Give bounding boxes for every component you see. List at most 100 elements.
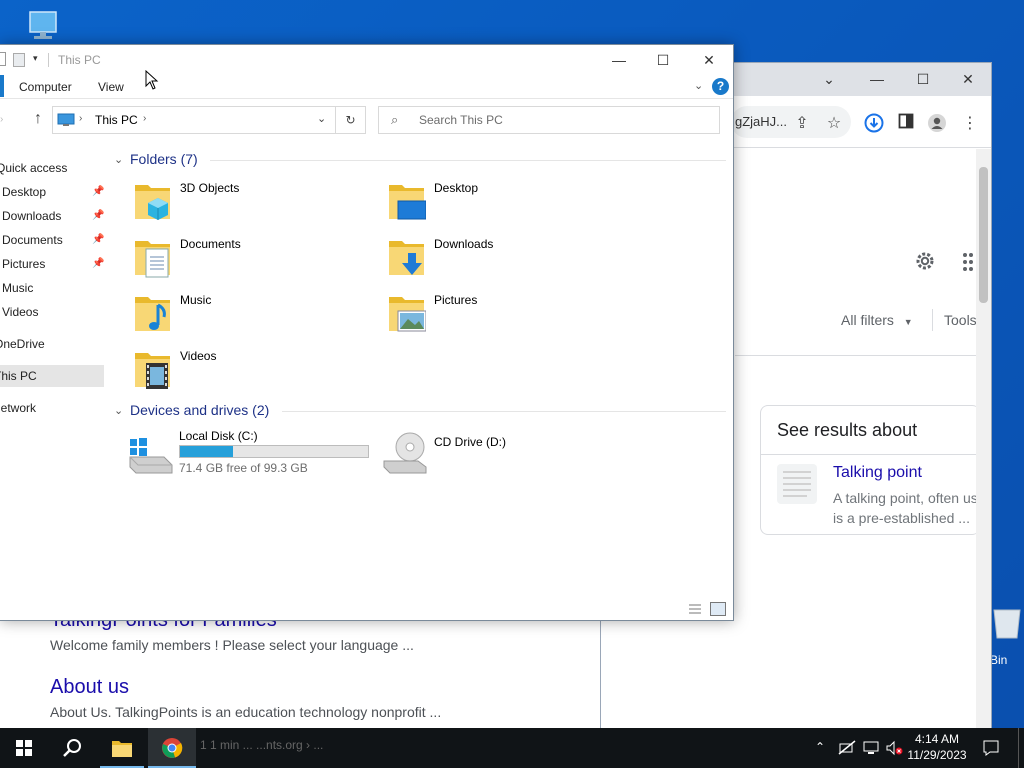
chrome-menu-icon[interactable]: ⋮ — [959, 113, 981, 135]
folder-3d-objects[interactable]: 3D Objects — [134, 179, 374, 231]
folders-divider — [210, 160, 726, 161]
collapse-chevron-icon[interactable]: ⌄ — [114, 404, 123, 417]
this-pc-desktop-icon[interactable] — [22, 8, 62, 44]
result-snippet-1: Welcome family members ! Please select y… — [50, 637, 414, 653]
all-filters-label: All filters — [841, 312, 894, 328]
address-dropdown-icon[interactable]: ⌄ — [317, 112, 326, 125]
side-panel-icon[interactable] — [895, 113, 917, 135]
volume-muted-icon[interactable] — [885, 740, 903, 759]
file-explorer-window[interactable]: ▾ This PC — ☐ ✕ Computer View ⌄ ? › ↑ › … — [0, 44, 734, 621]
music-folder-icon — [135, 297, 170, 331]
tab-computer[interactable]: Computer — [19, 80, 72, 94]
refresh-button[interactable]: ↻ — [335, 106, 366, 134]
search-button[interactable] — [48, 728, 96, 768]
tab-search-icon[interactable]: ⌄ — [817, 69, 841, 89]
details-view-icon[interactable] — [688, 603, 702, 618]
chrome-scrollbar[interactable] — [976, 149, 991, 743]
result-snippet-2: About Us. TalkingPoints is an education … — [50, 704, 442, 720]
tools-button[interactable]: Tools — [944, 312, 977, 328]
network-icon[interactable] — [862, 740, 880, 759]
close-button[interactable]: ✕ — [686, 49, 732, 71]
nav-item-pictures[interactable]: Pictures 📌 — [2, 253, 106, 275]
breadcrumb-this-pc[interactable]: This PC — [95, 113, 138, 127]
profile-icon[interactable] — [926, 113, 948, 135]
up-arrow-icon[interactable]: ↑ — [34, 110, 42, 128]
folder-documents[interactable]: Documents — [134, 235, 374, 287]
google-apps-icon[interactable] — [961, 251, 975, 276]
large-icons-view-icon[interactable] — [710, 602, 726, 616]
forward-icon[interactable]: › — [0, 114, 3, 125]
result-title-2[interactable]: About us — [50, 676, 129, 699]
nav-item-music[interactable]: Music — [2, 277, 33, 299]
close-button[interactable]: ✕ — [956, 69, 980, 89]
nav-item-desktop[interactable]: Desktop 📌 — [2, 181, 106, 203]
scrollbar-thumb[interactable] — [979, 167, 988, 303]
drive-c-usage-bar — [179, 445, 369, 458]
explorer-titlebar[interactable]: ▾ This PC — ☐ ✕ — [0, 45, 733, 75]
nav-item-documents[interactable]: Documents 📌 — [2, 229, 106, 251]
search-box[interactable]: ⌕ Search This PC — [378, 106, 720, 134]
taskbar-overlap-text: 1 1 min ... ...nts.org › ... — [200, 738, 324, 752]
taskbar: 1 1 min ... ...nts.org › ... ⌃ 4:14 AM 1… — [0, 728, 1024, 768]
breadcrumb-next-icon[interactable]: › — [143, 113, 146, 124]
file-explorer-taskbar-button[interactable] — [100, 728, 144, 768]
nav-quick-access[interactable]: Quick access — [0, 157, 67, 179]
drive-d[interactable]: CD Drive (D:) — [382, 429, 582, 481]
nav-item-downloads[interactable]: Downloads 📌 — [2, 205, 106, 227]
ribbon-expand-icon[interactable]: ⌄ — [694, 79, 703, 92]
folders-header[interactable]: Folders (7) — [130, 151, 198, 167]
folder-desktop[interactable]: Desktop — [388, 179, 628, 231]
download-icon[interactable] — [863, 113, 885, 135]
folder-pictures[interactable]: Pictures — [388, 291, 628, 343]
panel-divider — [761, 454, 977, 455]
filter-divider — [932, 309, 933, 331]
folder-label: Documents — [180, 237, 241, 251]
folder-music[interactable]: Music — [134, 291, 374, 343]
mouse-cursor-icon — [145, 69, 159, 93]
show-hidden-icons-icon[interactable]: ⌃ — [815, 740, 825, 754]
pin-icon: 📌 — [92, 210, 105, 221]
qat-dropdown-icon[interactable]: ▾ — [33, 53, 38, 64]
address-bar[interactable]: › This PC › ⌄ — [52, 106, 336, 134]
show-desktop-button[interactable] — [1018, 728, 1019, 768]
all-filters-button[interactable]: All filters ▼ — [841, 312, 913, 328]
network-disconnected-icon[interactable] — [838, 740, 856, 759]
window-title: This PC — [58, 53, 101, 67]
this-pc-icon — [57, 113, 75, 126]
folder-downloads[interactable]: Downloads — [388, 235, 628, 287]
devices-divider — [282, 411, 726, 412]
folder-videos[interactable]: Videos — [134, 347, 374, 399]
devices-header[interactable]: Devices and drives (2) — [130, 402, 269, 418]
action-center-icon[interactable] — [982, 739, 1000, 760]
file-tab[interactable] — [0, 75, 4, 97]
recycle-bin-icon — [993, 609, 1021, 639]
clock-date[interactable]: 11/29/2023 — [904, 748, 970, 762]
talking-point-desc-2: is a pre-established ... — [833, 510, 970, 526]
ribbon: Computer View ⌄ ? — [0, 75, 733, 99]
settings-gear-icon[interactable] — [913, 249, 937, 276]
qat-properties-icon[interactable] — [13, 53, 25, 67]
navigation-pane: Quick access Desktop 📌 Downloads 📌 Documen… — [0, 141, 106, 601]
3d-objects-folder-icon — [135, 185, 170, 220]
nav-network[interactable]: Network — [0, 397, 36, 419]
maximize-button[interactable]: ☐ — [911, 69, 935, 89]
bookmark-star-icon[interactable]: ☆ — [823, 113, 845, 135]
clock-time[interactable]: 4:14 AM — [904, 732, 970, 746]
nav-item-videos[interactable]: Videos — [2, 301, 38, 323]
recycle-bin-desktop-icon[interactable] — [990, 600, 1024, 650]
tab-view[interactable]: View — [98, 80, 124, 94]
folder-label: Videos — [180, 349, 217, 363]
pin-icon: 📌 — [92, 234, 105, 245]
maximize-button[interactable]: ☐ — [640, 49, 686, 71]
folder-label: Downloads — [434, 237, 494, 251]
nav-this-pc[interactable]: This PC — [0, 365, 104, 387]
share-icon[interactable]: ⇪ — [791, 113, 813, 135]
collapse-chevron-icon[interactable]: ⌄ — [114, 153, 123, 166]
nav-onedrive[interactable]: OneDrive — [0, 333, 45, 355]
minimize-button[interactable]: — — [596, 49, 642, 71]
minimize-button[interactable]: — — [865, 69, 889, 89]
start-button[interactable] — [0, 728, 48, 768]
chrome-taskbar-button[interactable] — [148, 728, 196, 768]
help-icon[interactable]: ? — [712, 78, 729, 95]
talking-point-link[interactable]: Talking point — [833, 464, 922, 482]
